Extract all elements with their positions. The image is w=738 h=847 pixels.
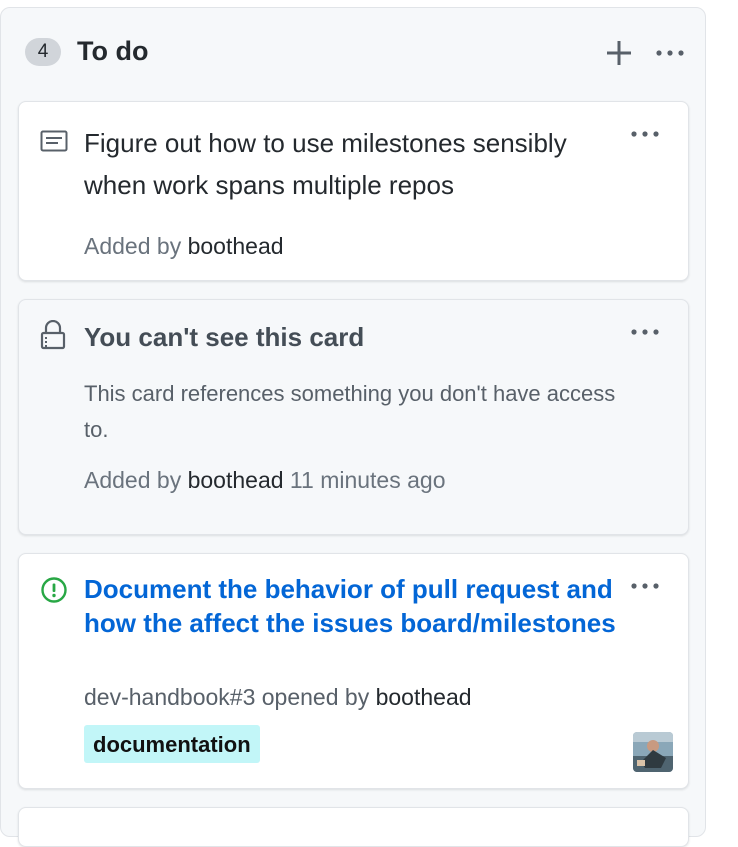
card-menu-button[interactable] bbox=[629, 123, 661, 145]
label-documentation[interactable]: documentation bbox=[84, 725, 260, 763]
issue-opened-icon bbox=[40, 576, 68, 604]
issue-reference[interactable]: dev-handbook#3 bbox=[84, 684, 255, 710]
column-title: To do bbox=[77, 36, 149, 66]
project-column: 4 To do Figure out how to use milestones… bbox=[0, 7, 706, 847]
column-menu-button[interactable] bbox=[654, 42, 686, 64]
kebab-horizontal-icon bbox=[656, 50, 684, 56]
card-menu-button[interactable] bbox=[629, 321, 661, 343]
card-count-badge: 4 bbox=[25, 38, 61, 66]
assignee-avatar[interactable] bbox=[633, 732, 673, 772]
added-by-user[interactable]: boothead bbox=[188, 467, 284, 493]
issue-title-link[interactable]: Document the behavior of pull request an… bbox=[84, 572, 624, 640]
note-card[interactable]: Figure out how to use milestones sensibl… bbox=[18, 101, 689, 281]
opened-by-user[interactable]: boothead bbox=[376, 684, 472, 710]
added-by: Added by boothead bbox=[84, 233, 284, 260]
column-header: 4 To do bbox=[1, 8, 705, 88]
restricted-card-description: This card references something you don't… bbox=[84, 381, 616, 442]
opened-by-prefix: opened by bbox=[261, 684, 370, 710]
added-by: Added by boothead 11 minutes ago bbox=[84, 467, 446, 494]
card-menu-button[interactable] bbox=[629, 575, 661, 597]
next-card[interactable] bbox=[18, 807, 689, 847]
restricted-card-title: You can't see this card bbox=[84, 322, 365, 352]
kebab-horizontal-icon bbox=[631, 131, 659, 137]
kebab-horizontal-icon bbox=[631, 329, 659, 335]
kebab-horizontal-icon bbox=[631, 583, 659, 589]
added-by-prefix: Added by bbox=[84, 233, 182, 259]
restricted-card: You can't see this card This card refere… bbox=[18, 299, 689, 535]
issue-card[interactable]: Document the behavior of pull request an… bbox=[18, 553, 689, 789]
note-icon bbox=[40, 130, 68, 152]
note-text: Figure out how to use milestones sensibl… bbox=[84, 128, 567, 200]
plus-icon bbox=[607, 41, 631, 65]
avatar-image bbox=[633, 732, 673, 772]
add-card-button[interactable] bbox=[604, 38, 634, 68]
added-by-user[interactable]: boothead bbox=[188, 233, 284, 259]
added-time: 11 minutes ago bbox=[289, 467, 446, 493]
lock-icon bbox=[40, 320, 66, 350]
issue-meta: dev-handbook#3 opened by boothead bbox=[84, 684, 472, 711]
added-by-prefix: Added by bbox=[84, 467, 182, 493]
